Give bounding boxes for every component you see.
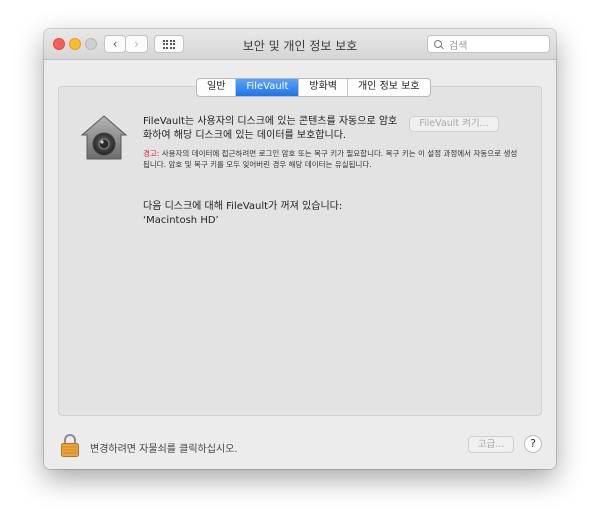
lock-icon[interactable] (60, 433, 80, 457)
lock-hint-text: 변경하려면 자물쇠를 클릭하십시오. (90, 444, 238, 455)
tab-bar: 일반 FileVault 방화벽 개인 정보 보호 (196, 78, 431, 97)
filevault-description: FileVault는 사용자의 디스크에 있는 콘텐츠를 자동으로 암호화하여 … (143, 116, 398, 141)
filevault-status: 다음 디스크에 대해 FileVault가 꺼져 있습니다: ‘Macintos… (143, 200, 342, 228)
filevault-panel: FileVault는 사용자의 디스크에 있는 콘텐츠를 자동으로 암호화하여 … (58, 86, 542, 416)
turn-on-filevault-button[interactable]: FileVault 켜기... (409, 116, 499, 132)
disk-name: ‘Macintosh HD’ (143, 215, 219, 226)
search-placeholder: 검색 (449, 40, 468, 52)
title-bar: ‹ › 보안 및 개인 정보 보호 검색 (44, 29, 556, 60)
warning-message: 경고: 사용자의 데이터에 접근하려면 로그인 암호 또는 복구 키가 필요합니… (143, 148, 523, 170)
advanced-button[interactable]: 고급... (468, 436, 514, 453)
tab-general[interactable]: 일반 (197, 79, 237, 96)
preferences-window: ‹ › 보안 및 개인 정보 보호 검색 일반 FileVault 방화벽 개인… (44, 29, 556, 469)
status-line: 다음 디스크에 대해 FileVault가 꺼져 있습니다: (143, 201, 343, 212)
search-icon (434, 39, 443, 49)
warning-text: 사용자의 데이터에 접근하려면 로그인 암호 또는 복구 키가 필요합니다. 복… (143, 149, 518, 169)
tab-filevault[interactable]: FileVault (236, 79, 300, 96)
tab-privacy[interactable]: 개인 정보 보호 (348, 79, 430, 96)
filevault-house-icon (80, 115, 128, 160)
tab-firewall[interactable]: 방화벽 (299, 79, 348, 96)
help-button[interactable]: ? (524, 435, 542, 453)
search-field[interactable]: 검색 (427, 35, 550, 53)
warning-label: 경고: (143, 149, 160, 158)
